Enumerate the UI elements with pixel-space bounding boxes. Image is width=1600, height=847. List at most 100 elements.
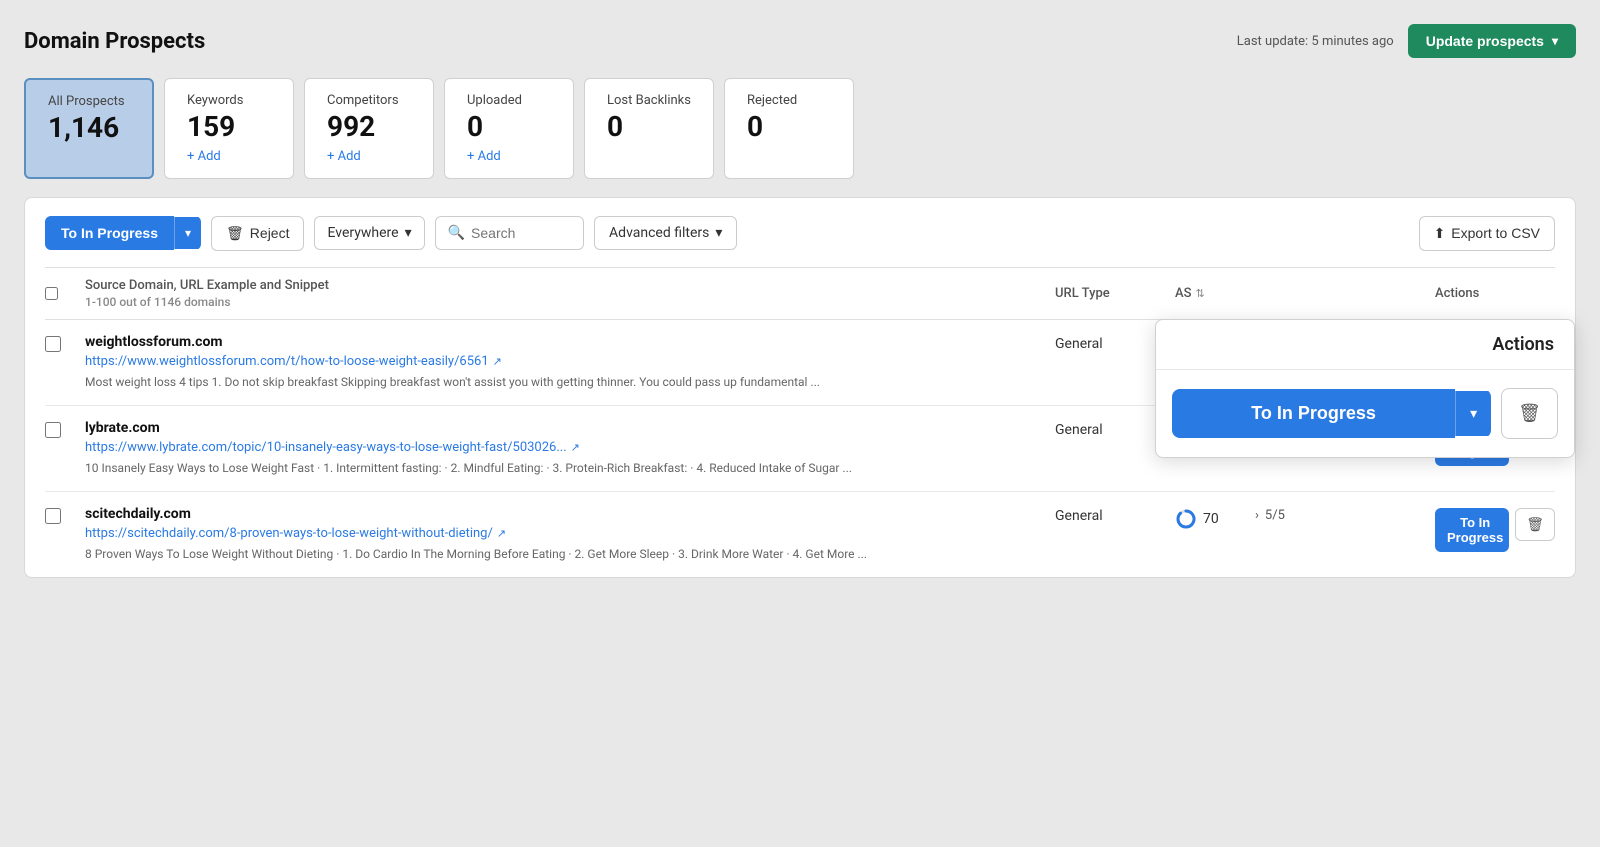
location-filter-label: Everywhere [327, 225, 398, 241]
header-url-type-label: URL Type [1055, 286, 1110, 301]
header-right: Last update: 5 minutes ago Update prospe… [1237, 24, 1576, 58]
table-header: Source Domain, URL Example and Snippet 1… [45, 267, 1555, 319]
header-actions-cell: Actions [1435, 278, 1555, 309]
row-1-domain-name: weightlossforum.com [85, 334, 1055, 350]
move-to-in-progress-split-button[interactable]: To In Progress ▾ [45, 216, 201, 250]
move-to-in-progress-dropdown-button[interactable]: ▾ [174, 217, 201, 249]
page-title: Domain Prospects [24, 29, 205, 54]
reject-button[interactable]: 🗑 Reject [211, 216, 304, 251]
tab-cards: All Prospects 1,146 Keywords 159 + Add C… [24, 78, 1576, 179]
advanced-filters-label: Advanced filters [609, 225, 709, 241]
tab-rejected-label: Rejected [747, 93, 831, 108]
table-row: scitechdaily.com https://scitechdaily.co… [45, 491, 1555, 577]
tab-all-prospects-count: 1,146 [48, 113, 130, 144]
header-as-cell: AS ⇅ [1175, 278, 1255, 309]
row-2-checkbox[interactable] [45, 422, 61, 438]
external-link-icon: ↗ [497, 527, 506, 540]
advanced-filters-button[interactable]: Advanced filters ▾ [594, 216, 737, 250]
tab-uploaded-label: Uploaded [467, 93, 551, 108]
tab-lost-label: Lost Backlinks [607, 93, 691, 108]
overlay-delete-button[interactable]: 🗑 [1501, 388, 1558, 439]
row-2-domain-cell: lybrate.com https://www.lybrate.com/topi… [85, 420, 1055, 477]
row-1-checkbox[interactable] [45, 336, 61, 352]
tab-uploaded-add[interactable]: + Add [467, 149, 551, 164]
location-filter-dropdown[interactable]: Everywhere ▾ [314, 216, 424, 250]
row-3-delete-button[interactable]: 🗑 [1515, 508, 1555, 541]
row-3-snippet: 8 Proven Ways To Lose Weight Without Die… [85, 545, 1055, 563]
tab-keywords-label: Keywords [187, 93, 271, 108]
row-3-actions-cell: To In Progress ▾ 🗑 [1435, 506, 1555, 552]
update-prospects-button[interactable]: Update prospects ▾ [1408, 24, 1576, 58]
tab-competitors-add[interactable]: + Add [327, 149, 411, 164]
export-to-csv-button[interactable]: ⬆ Export to CSV [1419, 216, 1555, 251]
tab-lost-backlinks[interactable]: Lost Backlinks 0 [584, 78, 714, 179]
toolbar: To In Progress ▾ 🗑 Reject Everywhere ▾ 🔍… [45, 216, 1555, 251]
tab-all-prospects[interactable]: All Prospects 1,146 [24, 78, 154, 179]
row-3-domain-url: https://scitechdaily.com/8-proven-ways-t… [85, 526, 1055, 541]
export-icon: ⬆ [1434, 225, 1446, 242]
row-3-domain-cell: scitechdaily.com https://scitechdaily.co… [85, 506, 1055, 563]
overlay-move-button-split[interactable]: To In Progress ▾ [1172, 389, 1491, 438]
overlay-body: To In Progress ▾ 🗑 [1156, 370, 1574, 457]
search-box[interactable]: 🔍 [435, 216, 584, 250]
tab-uploaded[interactable]: Uploaded 0 + Add [444, 78, 574, 179]
advanced-filters-chevron-icon: ▾ [715, 225, 722, 241]
header-checkbox-cell[interactable] [45, 278, 85, 309]
trash-icon: 🗑 [226, 225, 244, 242]
row-3-action-split-button[interactable]: To In Progress ▾ [1435, 508, 1509, 552]
row-3-as-circle-icon [1175, 508, 1197, 530]
row-1-url-link[interactable]: https://www.weightlossforum.com/t/how-to… [85, 354, 489, 369]
row-3-pages-cell: › 5/5 [1255, 506, 1435, 523]
row-1-checkbox-cell[interactable] [45, 334, 85, 352]
location-filter-chevron-icon: ▾ [405, 225, 412, 241]
row-3-pages-count: 5/5 [1265, 508, 1285, 523]
row-3-as-score: 70 [1203, 511, 1219, 527]
row-3-move-button[interactable]: To In Progress [1435, 508, 1509, 552]
external-link-icon: ↗ [571, 441, 580, 454]
header-domain-sub: 1-100 out of 1146 domains [85, 295, 329, 309]
page-header: Domain Prospects Last update: 5 minutes … [24, 24, 1576, 58]
tab-rejected-count: 0 [747, 112, 831, 143]
search-icon: 🔍 [448, 225, 465, 241]
update-prospects-label: Update prospects [1426, 33, 1544, 49]
row-3-checkbox-cell[interactable] [45, 506, 85, 524]
tab-uploaded-count: 0 [467, 112, 551, 143]
row-2-domain-url: https://www.lybrate.com/topic/10-insanel… [85, 440, 1055, 455]
last-update-label: Last update: 5 minutes ago [1237, 34, 1394, 49]
move-to-in-progress-button[interactable]: To In Progress [45, 216, 174, 250]
tab-competitors-label: Competitors [327, 93, 411, 108]
row-1-domain-url: https://www.weightlossforum.com/t/how-to… [85, 354, 1055, 369]
tab-rejected[interactable]: Rejected 0 [724, 78, 854, 179]
row-2-url-link[interactable]: https://www.lybrate.com/topic/10-insanel… [85, 440, 567, 455]
update-prospects-chevron-icon: ▾ [1552, 34, 1558, 48]
row-2-snippet: 10 Insanely Easy Ways to Lose Weight Fas… [85, 459, 1055, 477]
row-2-domain-name: lybrate.com [85, 420, 1055, 436]
main-panel: To In Progress ▾ 🗑 Reject Everywhere ▾ 🔍… [24, 197, 1576, 578]
sort-icon: ⇅ [1196, 287, 1205, 300]
row-2-checkbox-cell[interactable] [45, 420, 85, 438]
row-3-url-type: General [1055, 506, 1175, 524]
row-1-snippet: Most weight loss 4 tips 1. Do not skip b… [85, 373, 1055, 391]
reject-label: Reject [250, 225, 290, 241]
row-3-domain-name: scitechdaily.com [85, 506, 1055, 522]
row-1-domain-cell: weightlossforum.com https://www.weightlo… [85, 334, 1055, 391]
row-actions-overlay: Actions To In Progress ▾ 🗑 [1155, 319, 1575, 458]
tab-competitors[interactable]: Competitors 992 + Add [304, 78, 434, 179]
tab-keywords-count: 159 [187, 112, 271, 143]
tab-lost-count: 0 [607, 112, 691, 143]
export-label: Export to CSV [1451, 225, 1540, 241]
tab-keywords[interactable]: Keywords 159 + Add [164, 78, 294, 179]
overlay-move-main-button[interactable]: To In Progress [1172, 389, 1455, 438]
tab-competitors-count: 992 [327, 112, 411, 143]
select-all-checkbox[interactable] [45, 287, 58, 300]
header-actions-label: Actions [1435, 286, 1479, 301]
header-domain-cell: Source Domain, URL Example and Snippet 1… [85, 278, 1055, 309]
search-input[interactable] [471, 225, 571, 241]
overlay-move-dropdown-button[interactable]: ▾ [1455, 391, 1491, 436]
header-pages-cell [1255, 278, 1435, 309]
external-link-icon: ↗ [493, 355, 502, 368]
row-3-url-link[interactable]: https://scitechdaily.com/8-proven-ways-t… [85, 526, 493, 541]
header-url-type-cell: URL Type [1055, 278, 1175, 309]
row-3-checkbox[interactable] [45, 508, 61, 524]
tab-keywords-add[interactable]: + Add [187, 149, 271, 164]
